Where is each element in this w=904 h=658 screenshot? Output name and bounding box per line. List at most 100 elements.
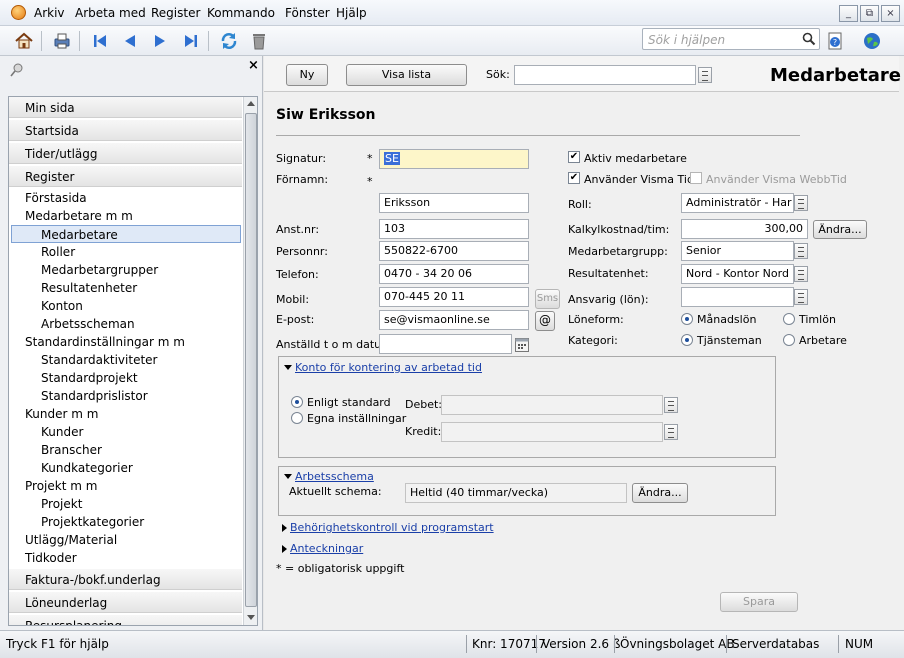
nav-item-kundkategorier[interactable]: Kundkategorier xyxy=(41,459,133,477)
nav-item-roller[interactable]: Roller xyxy=(41,243,75,261)
nav-header-faktura[interactable]: Faktura-/bokf.underlag xyxy=(9,569,242,590)
menu-register[interactable]: Register xyxy=(151,6,200,20)
help-search-input[interactable]: Sök i hjälpen xyxy=(642,28,820,50)
menu-arkiv[interactable]: Arkiv xyxy=(34,6,65,20)
efternamn-input[interactable]: Eriksson xyxy=(379,193,529,213)
minimize-button[interactable]: _ xyxy=(839,5,858,22)
new-button[interactable]: Ny xyxy=(286,64,328,86)
nav-scrollbar[interactable] xyxy=(243,97,257,625)
nav-header-register[interactable]: Register xyxy=(9,166,242,187)
resultat-list-icon[interactable] xyxy=(794,266,808,282)
kalkyl-andra-button[interactable]: Ändra... xyxy=(813,220,867,239)
nav-item-forstasida[interactable]: Förstasida xyxy=(25,189,87,207)
kredit-input[interactable] xyxy=(441,422,663,442)
arbetsschema-group-title[interactable]: Arbetsschema xyxy=(295,470,374,483)
telefon-input[interactable]: 0470 - 34 20 06 xyxy=(379,264,529,284)
scroll-thumb[interactable] xyxy=(245,113,257,607)
nav-item-standardaktiviteter[interactable]: Standardaktiviteter xyxy=(41,351,157,369)
expand-arrow-icon[interactable] xyxy=(282,524,287,532)
nav-item-medarbetare-m-m[interactable]: Medarbetare m m xyxy=(25,207,133,225)
nav-item-medarbetare[interactable]: Medarbetare xyxy=(11,225,241,243)
nav-item-kunder-m-m[interactable]: Kunder m m xyxy=(25,405,98,423)
nav-item-konton[interactable]: Konton xyxy=(41,297,83,315)
magnifier-icon[interactable] xyxy=(802,32,816,46)
aktuellt-schema-input[interactable]: Heltid (40 timmar/vecka) xyxy=(405,483,627,503)
expand-arrow-icon[interactable] xyxy=(282,545,287,553)
nav-item-standardprojekt[interactable]: Standardprojekt xyxy=(41,369,138,387)
menu-arbeta-med[interactable]: Arbeta med xyxy=(75,6,146,20)
kalkyl-input[interactable]: 300,00 xyxy=(681,219,808,239)
close-panel-icon[interactable]: × xyxy=(248,58,259,73)
kredit-list-icon[interactable] xyxy=(664,424,678,440)
search-list-icon[interactable] xyxy=(698,67,712,83)
delete-icon[interactable] xyxy=(247,29,271,53)
nav-item-projekt-m-m[interactable]: Projekt m m xyxy=(25,477,97,495)
visma-tid-checkbox[interactable]: ✔ xyxy=(568,172,580,184)
tjansteman-radio[interactable] xyxy=(681,334,693,346)
nav-item-projekt[interactable]: Projekt xyxy=(41,495,82,513)
debet-input[interactable] xyxy=(441,395,663,415)
app-logo-icon[interactable] xyxy=(11,5,26,20)
arbetare-radio[interactable] xyxy=(783,334,795,346)
anteckningar-link[interactable]: Anteckningar xyxy=(290,542,363,555)
next-record-icon[interactable] xyxy=(148,29,172,53)
nav-item-kunder[interactable]: Kunder xyxy=(41,423,83,441)
debet-list-icon[interactable] xyxy=(664,397,678,413)
behorighet-link[interactable]: Behörighetskontroll vid programstart xyxy=(290,521,494,534)
scroll-down-icon[interactable] xyxy=(247,615,255,620)
nav-header-startsida[interactable]: Startsida xyxy=(9,120,242,141)
nav-header-tider-utlagg[interactable]: Tider/utlägg xyxy=(9,143,242,164)
timlon-radio[interactable] xyxy=(783,313,795,325)
roll-input[interactable]: Administratör - Har tillg xyxy=(681,193,794,213)
close-button[interactable]: × xyxy=(881,5,900,22)
enligt-standard-radio[interactable] xyxy=(291,396,303,408)
nav-header-resursplanering[interactable]: Resursplanering xyxy=(9,615,242,625)
anstnr-input[interactable]: 103 xyxy=(379,219,529,239)
pin-icon[interactable] xyxy=(9,62,25,78)
personnr-input[interactable]: 550822-6700 xyxy=(379,241,529,261)
nav-item-medarbetargrupper[interactable]: Medarbetargrupper xyxy=(41,261,158,279)
anstalld-input[interactable] xyxy=(379,334,512,354)
help-icon[interactable]: ? xyxy=(823,29,847,53)
sms-button[interactable]: Sms xyxy=(535,289,560,309)
konto-group-title[interactable]: Konto för kontering av arbetad tid xyxy=(295,361,482,374)
first-record-icon[interactable] xyxy=(88,29,112,53)
menu-fonster[interactable]: Fönster xyxy=(285,6,330,20)
search-input[interactable] xyxy=(514,65,696,85)
nav-item-standardinstallningar[interactable]: Standardinställningar m m xyxy=(25,333,185,351)
nav-item-standardprislistor[interactable]: Standardprislistor xyxy=(41,387,148,405)
collapse-arrow-icon[interactable] xyxy=(284,474,292,479)
nav-item-arbetsscheman[interactable]: Arbetsscheman xyxy=(41,315,135,333)
refresh-icon[interactable] xyxy=(217,29,241,53)
menu-hjalp[interactable]: Hjälp xyxy=(336,6,367,20)
manadslon-radio[interactable] xyxy=(681,313,693,325)
show-list-button[interactable]: Visa lista xyxy=(346,64,467,86)
calendar-icon[interactable] xyxy=(515,337,529,352)
print-icon[interactable] xyxy=(50,29,74,53)
mobil-input[interactable]: 070-445 20 11 xyxy=(379,287,529,307)
nav-item-branscher[interactable]: Branscher xyxy=(41,441,102,459)
last-record-icon[interactable] xyxy=(179,29,203,53)
globe-icon[interactable] xyxy=(860,29,884,53)
nav-header-min-sida[interactable]: Min sida xyxy=(9,97,242,118)
email-button[interactable]: @ xyxy=(535,311,555,331)
collapse-arrow-icon[interactable] xyxy=(284,365,292,370)
grupp-input[interactable]: Senior xyxy=(681,241,794,261)
egna-installningar-radio[interactable] xyxy=(291,412,303,424)
aktiv-checkbox[interactable]: ✔ xyxy=(568,151,580,163)
schema-andra-button[interactable]: Ändra... xyxy=(632,483,688,503)
resultat-input[interactable]: Nord - Kontor Nord xyxy=(681,264,794,284)
webbtid-checkbox[interactable] xyxy=(690,172,702,184)
grupp-list-icon[interactable] xyxy=(794,243,808,259)
nav-item-tidkoder[interactable]: Tidkoder xyxy=(25,549,77,567)
ansvarig-input[interactable] xyxy=(681,287,794,307)
scroll-up-icon[interactable] xyxy=(247,101,255,106)
roll-list-icon[interactable] xyxy=(794,195,808,211)
ansvarig-list-icon[interactable] xyxy=(794,289,808,305)
save-button[interactable]: Spara xyxy=(720,592,798,612)
nav-item-projektkategorier[interactable]: Projektkategorier xyxy=(41,513,144,531)
epost-input[interactable]: se@vismaonline.se xyxy=(379,310,529,330)
previous-record-icon[interactable] xyxy=(118,29,142,53)
menu-kommando[interactable]: Kommando xyxy=(207,6,275,20)
nav-item-utlagg-material[interactable]: Utlägg/Material xyxy=(25,531,117,549)
